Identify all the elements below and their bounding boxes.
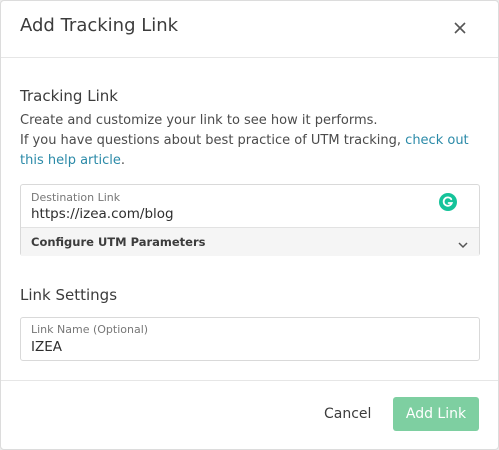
link-name-label: Link Name (Optional) [31, 323, 149, 336]
close-icon[interactable] [450, 18, 470, 38]
configure-utm-label: Configure UTM Parameters [31, 235, 206, 249]
destination-link-input[interactable]: https://izea.com/blog [31, 206, 174, 222]
link-name-field[interactable]: Link Name (Optional) IZEA [20, 317, 480, 361]
destination-link-field[interactable]: Destination Link https://izea.com/blog C… [20, 184, 480, 256]
description-period: . [120, 153, 126, 168]
add-tracking-link-modal: Add Tracking Link Tracking Link Create a… [0, 0, 499, 450]
link-settings-heading: Link Settings [20, 286, 118, 304]
modal-header: Add Tracking Link [1, 1, 498, 58]
tracking-link-description: Create and customize your link to see ho… [20, 111, 480, 171]
tracking-link-heading: Tracking Link [20, 87, 118, 105]
modal-footer: Cancel Add Link [1, 380, 498, 449]
add-link-button[interactable]: Add Link [393, 397, 479, 431]
description-line-1: Create and customize your link to see ho… [20, 113, 378, 128]
cancel-button[interactable]: Cancel [309, 397, 386, 431]
modal-title: Add Tracking Link [20, 15, 179, 36]
configure-utm-parameters-toggle[interactable]: Configure UTM Parameters [21, 227, 479, 256]
destination-link-label: Destination Link [31, 191, 121, 204]
link-name-input[interactable]: IZEA [31, 339, 62, 355]
description-line-2: If you have questions about best practic… [20, 131, 480, 171]
grammarly-icon[interactable] [439, 193, 457, 211]
description-line-2-text: If you have questions about best practic… [20, 133, 406, 148]
chevron-down-icon[interactable] [457, 236, 469, 255]
